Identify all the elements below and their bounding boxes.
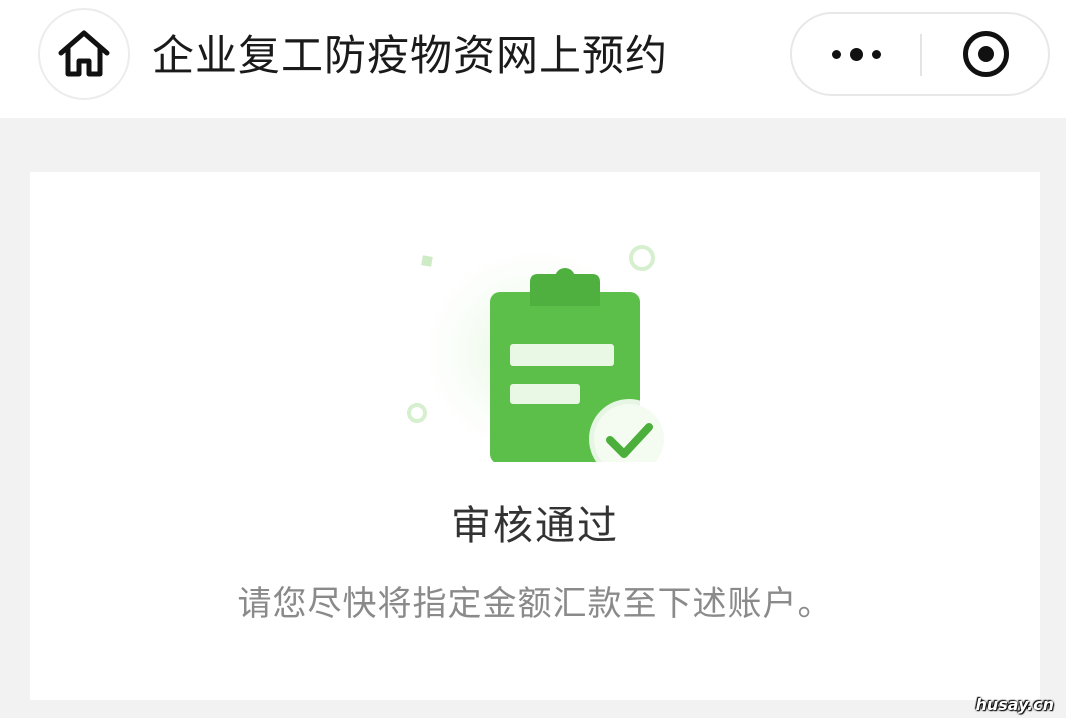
menu-capsule — [790, 12, 1050, 96]
capsule-divider — [920, 34, 922, 76]
watermark: husay.cn — [975, 695, 1054, 714]
more-dots-icon — [831, 47, 881, 61]
home-button[interactable] — [38, 8, 130, 100]
status-description: 请您尽快将指定金额汇款至下述账户。 — [237, 584, 833, 624]
result-card: 审核通过 请您尽快将指定金额汇款至下述账户。 — [30, 172, 1040, 700]
status-title: 审核通过 — [451, 503, 619, 549]
target-close-icon — [963, 31, 1009, 77]
home-icon — [58, 30, 110, 77]
more-button[interactable] — [792, 14, 920, 94]
clipboard-check-icon — [405, 232, 669, 462]
close-button[interactable] — [924, 14, 1048, 94]
page-title: 企业复工防疫物资网上预约 — [152, 31, 669, 80]
navigation-bar: 企业复工防疫物资网上预约 — [0, 0, 1066, 118]
